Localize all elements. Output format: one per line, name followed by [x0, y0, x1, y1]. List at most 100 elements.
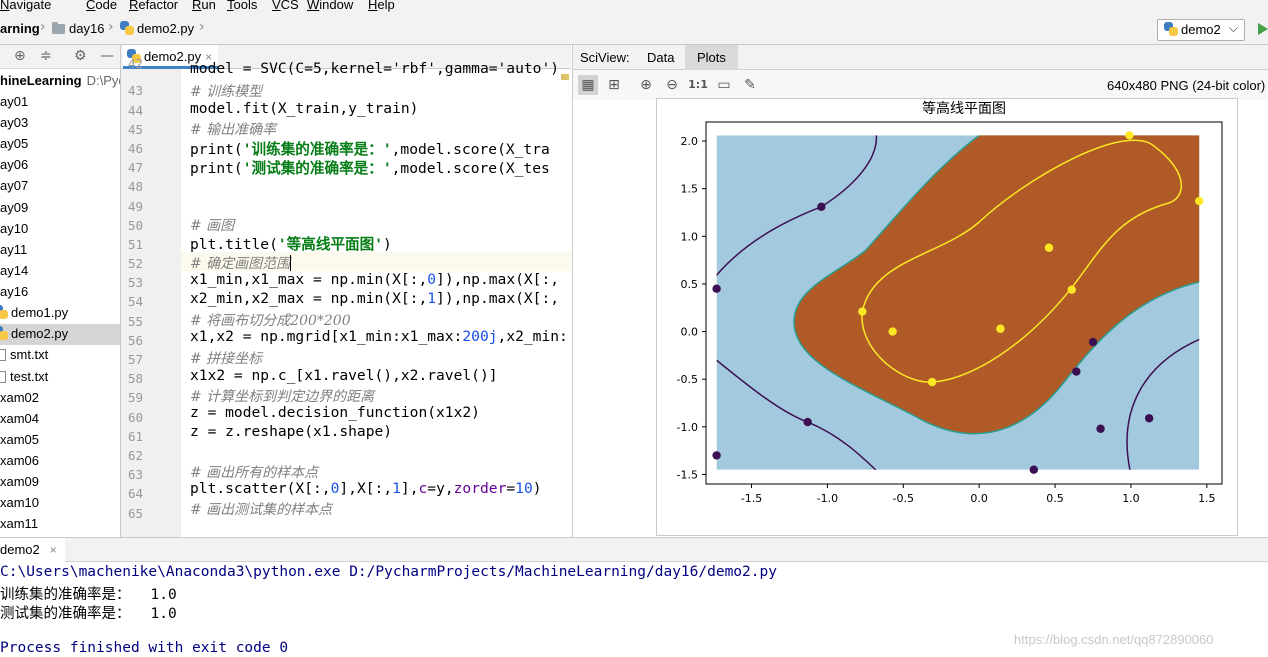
code-token: x1,x2 = np.mgrid[x1_min:x1_max:	[190, 328, 463, 345]
tree-item-day11[interactable]: ay11	[0, 240, 120, 261]
zoom-out-icon[interactable]: ⊖	[662, 75, 682, 95]
class-1-point	[1044, 243, 1054, 252]
text-caret	[290, 255, 292, 271]
breadcrumb-file[interactable]: demo2.py	[120, 21, 194, 36]
class-1-point	[1195, 196, 1204, 206]
tree-item-exam06[interactable]: xam06	[0, 451, 120, 472]
code-line-44[interactable]: model.fit(X_train,y_train)	[190, 100, 418, 117]
tab-plots[interactable]: Plots	[685, 45, 738, 70]
run-tool-window: demo2 × C:\Users\machenike\Anaconda3\pyth…	[0, 537, 1268, 657]
code-line-57[interactable]: # 拼接坐标	[190, 348, 262, 368]
run-tab-label: demo2	[0, 542, 40, 557]
tree-item-exam09[interactable]: xam09	[0, 472, 120, 493]
code-token: ]),np.max(X[:,	[436, 271, 560, 288]
text-file-icon	[0, 371, 6, 383]
tree-item-demo1[interactable]: demo1.py	[0, 303, 120, 324]
contour-chart: 等高线平面图 -1.5 -1.0 -0.5 0.0 0.5 1.0 1.5 2.0 1.5 1.…	[677, 100, 1223, 505]
tree-item-day07[interactable]: ay07	[0, 176, 120, 197]
locate-icon[interactable]: ⊕	[14, 48, 26, 64]
tree-item-exam11[interactable]: xam11	[0, 514, 120, 535]
code-line-45[interactable]: # 输出准确率	[190, 119, 276, 139]
code-line-64[interactable]: plt.scatter(X[:,0],X[:,1],c=y,zorder=10)	[190, 480, 542, 497]
editor-warning-marker[interactable]	[561, 74, 569, 80]
console-label: 训练集的准确率是：	[0, 587, 131, 603]
close-icon[interactable]: ×	[50, 543, 57, 557]
menu-navigate[interactable]: Navigate	[0, 0, 51, 12]
line-number: 43	[127, 83, 143, 98]
breadcrumb-project[interactable]: arning	[0, 21, 40, 36]
x-tick: 1.0	[1122, 484, 1140, 505]
code-line-59[interactable]: # 计算坐标到判定边界的距离	[190, 386, 374, 406]
y-tick-label: 1.5	[681, 183, 699, 196]
code-line-55[interactable]: # 将画布切分成200*200	[190, 310, 351, 330]
tree-item-exam10[interactable]: xam10	[0, 493, 120, 514]
code-line-52[interactable]: # 确定画图范围	[190, 253, 292, 273]
project-toolbar: ⊕ ≑ ⚙ —	[0, 45, 120, 69]
class-0-point	[1088, 337, 1098, 347]
class-0-point	[712, 451, 721, 460]
code-line-58[interactable]: x1x2 = np.c_[x1.ravel(),x2.ravel()]	[190, 367, 498, 384]
tree-item-day06[interactable]: ay06	[0, 155, 120, 176]
line-number: 58	[127, 371, 143, 386]
code-number: 200j	[462, 328, 498, 345]
gear-icon[interactable]: ⚙	[74, 48, 87, 64]
tree-item-test-txt[interactable]: test.txt	[0, 367, 120, 388]
menu-code[interactable]: Code	[86, 0, 117, 12]
actual-size-button[interactable]: 1:1	[688, 75, 708, 95]
code-line-43[interactable]: # 训练模型	[190, 81, 262, 101]
tree-item-day03[interactable]: ay03	[0, 113, 120, 134]
code-token: ,model.score(X_tes	[391, 160, 550, 177]
tree-item-demo2[interactable]: demo2.py	[0, 324, 120, 345]
tree-item-day10[interactable]: ay10	[0, 219, 120, 240]
project-root[interactable]: hineLearning D:\Pych	[0, 71, 120, 92]
code-line-51[interactable]: plt.title('等高线平面图')	[190, 233, 392, 254]
collapse-all-icon[interactable]: ≑	[40, 48, 52, 64]
code-line-50[interactable]: # 画图	[190, 215, 234, 235]
class-0-point	[803, 417, 812, 427]
tree-item-day16[interactable]: ay16	[0, 282, 120, 303]
run-tab-demo2[interactable]: demo2 ×	[0, 538, 65, 562]
tree-item-exam02[interactable]: xam02	[0, 388, 120, 409]
code-line-42[interactable]: model = SVC(C=5,kernel='rbf',gamma='auto…	[190, 60, 559, 77]
menu-refactor[interactable]: Refactor	[129, 0, 178, 12]
code-line-61[interactable]: z = z.reshape(x1.shape)	[190, 423, 392, 440]
menu-vcs[interactable]: VCS	[272, 0, 299, 12]
code-token: plt.title(	[190, 236, 278, 253]
y-axis: 2.0 1.5 1.0 0.5 0.0 -0.5 -1.0 -1.5	[677, 135, 706, 481]
menu-help[interactable]: Help	[368, 0, 395, 12]
python-file-icon	[120, 21, 134, 35]
grid-view-icon[interactable]: ▦	[578, 75, 598, 95]
code-line-56[interactable]: x1,x2 = np.mgrid[x1_min:x1_max:200j,x2_m…	[190, 328, 568, 345]
tab-data[interactable]: Data	[635, 45, 686, 70]
code-line-47[interactable]: print('测试集的准确率是：',model.score(X_tes	[190, 157, 550, 178]
code-line-63[interactable]: # 画出所有的样本点	[190, 462, 318, 482]
y-tick: 0.0	[681, 326, 706, 339]
code-line-53[interactable]: x1_min,x1_max = np.min(X[:,0]),np.max(X[…	[190, 271, 559, 288]
tree-item-day09[interactable]: ay09	[0, 198, 120, 219]
code-line-46[interactable]: print('训练集的准确率是：',model.score(X_tra	[190, 138, 550, 159]
code-line-60[interactable]: z = model.decision_function(x1x2)	[190, 404, 480, 421]
navigation-bar: arning › day16 › demo2.py › demo2 ⌵	[0, 14, 1268, 45]
color-picker-icon[interactable]: ✎	[740, 75, 760, 95]
tree-item-day14[interactable]: ay14	[0, 261, 120, 282]
tree-item-exam04[interactable]: xam04	[0, 409, 120, 430]
tree-item-smt-txt[interactable]: smt.txt	[0, 345, 120, 366]
code-line-54[interactable]: x2_min,x2_max = np.min(X[:,1]),np.max(X[…	[190, 290, 559, 307]
run-configuration-select[interactable]: demo2 ⌵	[1157, 19, 1245, 41]
menu-run[interactable]: Run	[192, 0, 216, 12]
hide-icon[interactable]: —	[100, 48, 114, 64]
tree-item-day05[interactable]: ay05	[0, 134, 120, 155]
menu-tools[interactable]: Tools	[227, 0, 257, 12]
zoom-in-icon[interactable]: ⊕	[636, 75, 656, 95]
menu-window[interactable]: Window	[307, 0, 353, 12]
breadcrumb-folder[interactable]: day16	[52, 21, 104, 36]
breadcrumb-folder-label: day16	[69, 21, 105, 36]
y-tick-label: 2.0	[681, 135, 699, 148]
tree-item-day01[interactable]: ay01	[0, 92, 120, 113]
table-view-icon[interactable]: ⊞	[604, 75, 624, 95]
python-file-icon	[0, 326, 8, 340]
run-icon[interactable]	[1258, 23, 1268, 35]
code-line-65[interactable]: # 画出测试集的样本点	[190, 499, 332, 519]
tree-item-exam05[interactable]: xam05	[0, 430, 120, 451]
fit-screen-icon[interactable]: ▭	[714, 75, 734, 95]
